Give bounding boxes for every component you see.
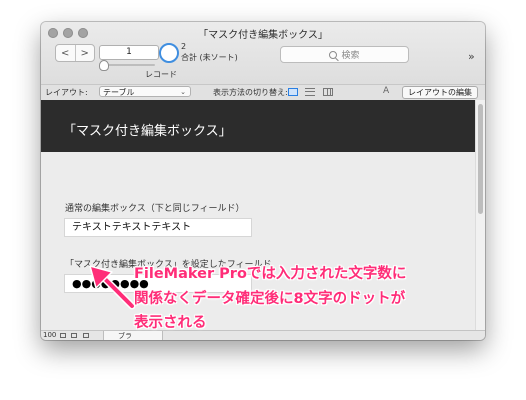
normal-edit-box[interactable]: テキストテキストテキスト bbox=[64, 218, 252, 237]
layout-select-value: テーブル bbox=[103, 88, 135, 97]
toolbar-toggle-icon[interactable] bbox=[83, 333, 89, 338]
normal-field-label: 通常の編集ボックス（下と同じフィールド） bbox=[65, 204, 245, 214]
layout-bar: レイアウト: テーブル ⌄ 表示方法の切り替え: A レイアウトの編集 bbox=[41, 84, 485, 101]
records-label: レコード bbox=[145, 70, 177, 79]
annotation-line-2: 関係なくデータ確定後に8文字のドットが bbox=[134, 290, 406, 307]
search-placeholder: 検索 bbox=[341, 51, 360, 61]
zoom-level[interactable]: 100 bbox=[43, 331, 56, 339]
table-view-icon[interactable] bbox=[323, 88, 333, 96]
zoom-out-icon[interactable] bbox=[60, 333, 66, 338]
layout-label: レイアウト: bbox=[45, 88, 88, 97]
previous-record-button[interactable]: < bbox=[56, 45, 75, 61]
total-sort-status: 合計 (未ソート) bbox=[181, 53, 238, 62]
layout-header-title: 「マスク付き編集ボックス」 bbox=[63, 124, 232, 139]
found-set-pie-icon[interactable] bbox=[159, 43, 179, 63]
window-title: 「マスク付き編集ボックス」 bbox=[198, 30, 328, 41]
search-icon bbox=[329, 50, 338, 59]
annotation-arrow-icon bbox=[89, 265, 136, 310]
format-bar-icon[interactable]: A bbox=[383, 86, 389, 96]
chevron-down-icon: ⌄ bbox=[180, 88, 186, 96]
search-input[interactable]: 検索 bbox=[280, 46, 409, 63]
layout-header: 「マスク付き編集ボックス」 bbox=[41, 100, 475, 152]
form-view-icon[interactable] bbox=[288, 88, 298, 96]
edit-layout-button[interactable]: レイアウトの編集 bbox=[402, 86, 478, 99]
zoom-in-icon[interactable] bbox=[71, 333, 77, 338]
record-slider-knob[interactable] bbox=[99, 60, 109, 71]
found-count: 2 bbox=[181, 42, 187, 51]
list-view-icon[interactable] bbox=[305, 88, 315, 96]
annotation-line-3: 表示される bbox=[134, 315, 207, 331]
toolbar-overflow-button[interactable]: » bbox=[468, 50, 475, 63]
record-navigation: < > bbox=[55, 44, 95, 62]
view-as-label: 表示方法の切り替え: bbox=[213, 88, 288, 97]
annotation-callout: FileMaker Proでは入力された文字数に 関係なくデータ確定後に8文字の… bbox=[134, 262, 406, 336]
annotation-line-1: FileMaker Proでは入力された文字数に bbox=[134, 266, 407, 282]
next-record-button[interactable]: > bbox=[74, 45, 95, 61]
vertical-scrollbar[interactable] bbox=[475, 100, 485, 330]
current-record-field[interactable]: 1 bbox=[99, 45, 159, 60]
scrollbar-thumb[interactable] bbox=[478, 104, 483, 214]
record-slider[interactable] bbox=[101, 64, 155, 66]
layout-select[interactable]: テーブル ⌄ bbox=[99, 86, 191, 97]
title-bar: 「マスク付き編集ボックス」 < > 1 2 合計 (未ソート) レコード 検索 … bbox=[41, 22, 485, 106]
